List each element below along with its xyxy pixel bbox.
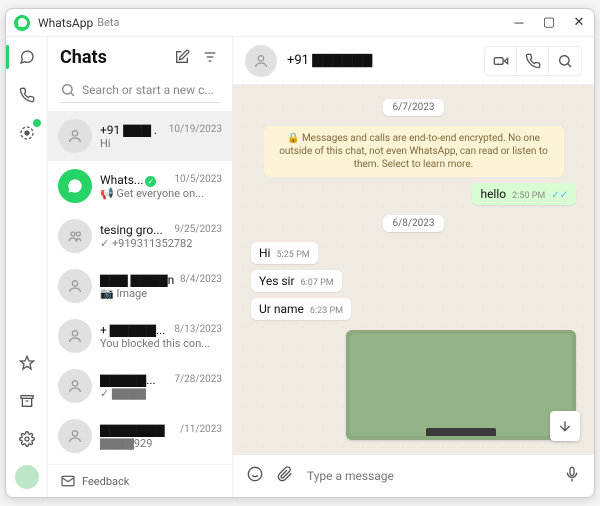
chat-avatar — [58, 369, 92, 403]
audio-call-button[interactable] — [517, 47, 549, 75]
app-window: WhatsApp Beta ─ ▢ ✕ Chats — [5, 8, 595, 498]
chat-date: /11/2023 — [180, 424, 222, 435]
chat-preview: 📷 Image — [100, 287, 222, 300]
new-chat-icon[interactable] — [174, 49, 192, 67]
beta-label: Beta — [97, 16, 119, 29]
feedback-icon — [60, 473, 76, 489]
chat-name: Whats...✓ — [100, 173, 156, 187]
scroll-to-bottom-button[interactable] — [550, 411, 580, 441]
feedback-button[interactable]: Feedback — [48, 464, 232, 497]
chat-item[interactable]: +91 ▇▇▇ . 10/19/2023 Hi — [48, 111, 232, 161]
chat-preview: Hi — [100, 137, 222, 150]
chat-avatar — [58, 169, 92, 203]
chat-date: 9/25/2023 — [174, 224, 222, 235]
calls-tab-icon[interactable] — [15, 83, 39, 107]
chat-item[interactable]: tesing gro... 9/25/2023 ✓ +919311352782 — [48, 211, 232, 261]
chat-preview: You blocked this con... — [100, 337, 222, 350]
chat-list-panel: Chats Search or start a new c... +91 ▇▇▇… — [48, 37, 233, 497]
chat-item[interactable]: ▇▇▇▇▇... 7/28/2023 ✓ ▇▇▇▇ — [48, 361, 232, 411]
archive-icon[interactable] — [15, 389, 39, 413]
profile-avatar[interactable] — [15, 465, 39, 489]
message-bubble[interactable]: hello 2:50 PM ✓✓ — [472, 183, 576, 205]
search-in-chat-button[interactable] — [549, 47, 581, 75]
encryption-notice[interactable]: 🔒 Messages and calls are end-to-end encr… — [264, 126, 564, 177]
chat-avatar — [58, 219, 92, 253]
chat-name: ▇▇▇▇▇... — [100, 373, 156, 387]
message-time: 6:23 PM — [310, 306, 343, 316]
date-chip: 6/8/2023 — [383, 215, 445, 232]
chats-heading: Chats — [60, 47, 164, 68]
mic-icon[interactable] — [564, 466, 580, 486]
message-text: Ur name — [259, 302, 304, 316]
chats-tab-icon[interactable] — [15, 45, 39, 69]
message-text: Yes sir — [259, 274, 295, 288]
message-text: hello — [480, 187, 506, 201]
image-message[interactable] — [346, 330, 576, 440]
chat-preview: ✓ ▇▇▇▇ — [100, 387, 222, 400]
message-input[interactable] — [307, 469, 550, 483]
chat-avatar — [58, 269, 92, 303]
app-title: WhatsApp — [38, 16, 93, 30]
chat-date: 10/19/2023 — [169, 124, 222, 135]
whatsapp-logo-icon — [14, 15, 30, 31]
chat-avatar — [58, 419, 92, 453]
status-tab-icon[interactable] — [15, 121, 39, 145]
verified-icon: ✓ — [145, 176, 156, 187]
chat-avatar — [58, 319, 92, 353]
chat-item[interactable]: ▇▇▇ ▇▇▇▇n 8/4/2023 📷 Image — [48, 261, 232, 311]
chat-item[interactable]: Whats...✓ 10/5/2023 📢 Get everyone on... — [48, 161, 232, 211]
chat-preview: ▇▇▇▇929 — [100, 437, 222, 450]
chat-name: ▇▇▇ ▇▇▇▇n — [100, 273, 174, 287]
contact-avatar[interactable] — [245, 45, 277, 77]
chat-name: + ▇▇▇▇▇... — [100, 323, 165, 337]
message-time: 2:50 PM — [512, 191, 545, 201]
maximize-button[interactable]: ▢ — [542, 15, 556, 31]
chat-avatar — [58, 119, 92, 153]
search-icon — [60, 82, 76, 98]
chat-name: ▇▇▇▇▇▇▇ — [100, 423, 165, 437]
read-ticks-icon: ✓✓ — [551, 190, 568, 201]
contact-name[interactable]: +91 ▇▇▇▇▇▇ — [287, 53, 474, 68]
chat-date: 8/13/2023 — [174, 324, 222, 335]
chat-preview: 📢 Get everyone on... — [100, 187, 222, 200]
nav-rail — [6, 37, 48, 497]
message-text: Hi — [259, 246, 270, 260]
chat-name: tesing gro... — [100, 223, 163, 237]
chat-preview: ✓ +919311352782 — [100, 237, 222, 250]
message-bubble[interactable]: Hi 5:25 PM — [251, 242, 318, 264]
emoji-icon[interactable] — [247, 466, 263, 486]
chat-date: 7/28/2023 — [174, 374, 222, 385]
starred-icon[interactable] — [15, 351, 39, 375]
settings-icon[interactable] — [15, 427, 39, 451]
chat-name: +91 ▇▇▇ . — [100, 123, 157, 137]
message-time: 6:07 PM — [301, 278, 334, 288]
chat-items: +91 ▇▇▇ . 10/19/2023 Hi Whats...✓ 10/5/2023 📢… — [48, 111, 232, 464]
chat-header: +91 ▇▇▇▇▇▇ — [233, 37, 594, 85]
messages-area[interactable]: 6/7/2023 🔒 Messages and calls are end-to-… — [233, 85, 594, 455]
feedback-label: Feedback — [82, 475, 129, 488]
titlebar: WhatsApp Beta ─ ▢ ✕ — [6, 9, 594, 37]
composer — [233, 455, 594, 497]
close-button[interactable]: ✕ — [572, 15, 586, 31]
chat-date: 8/4/2023 — [180, 274, 222, 285]
message-bubble[interactable]: Ur name 6:23 PM — [251, 298, 351, 320]
chat-panel: +91 ▇▇▇▇▇▇ 6/7/2023 🔒 Messages and calls … — [233, 37, 594, 497]
message-time: 5:25 PM — [276, 250, 309, 260]
date-chip: 6/7/2023 — [383, 99, 445, 116]
filter-icon[interactable] — [202, 49, 220, 67]
search-placeholder: Search or start a new c... — [82, 83, 214, 97]
attach-icon[interactable] — [277, 466, 293, 486]
message-bubble[interactable]: Yes sir 6:07 PM — [251, 270, 342, 292]
chat-item[interactable]: + ▇▇▇▇▇... 8/13/2023 You blocked this con.… — [48, 311, 232, 361]
search-input[interactable]: Search or start a new c... — [60, 78, 220, 103]
chat-date: 10/5/2023 — [174, 174, 222, 185]
minimize-button[interactable]: ─ — [512, 15, 526, 31]
chat-item[interactable]: ▇▇▇▇▇▇▇ /11/2023 ▇▇▇▇929 — [48, 411, 232, 461]
video-call-button[interactable] — [485, 47, 517, 75]
